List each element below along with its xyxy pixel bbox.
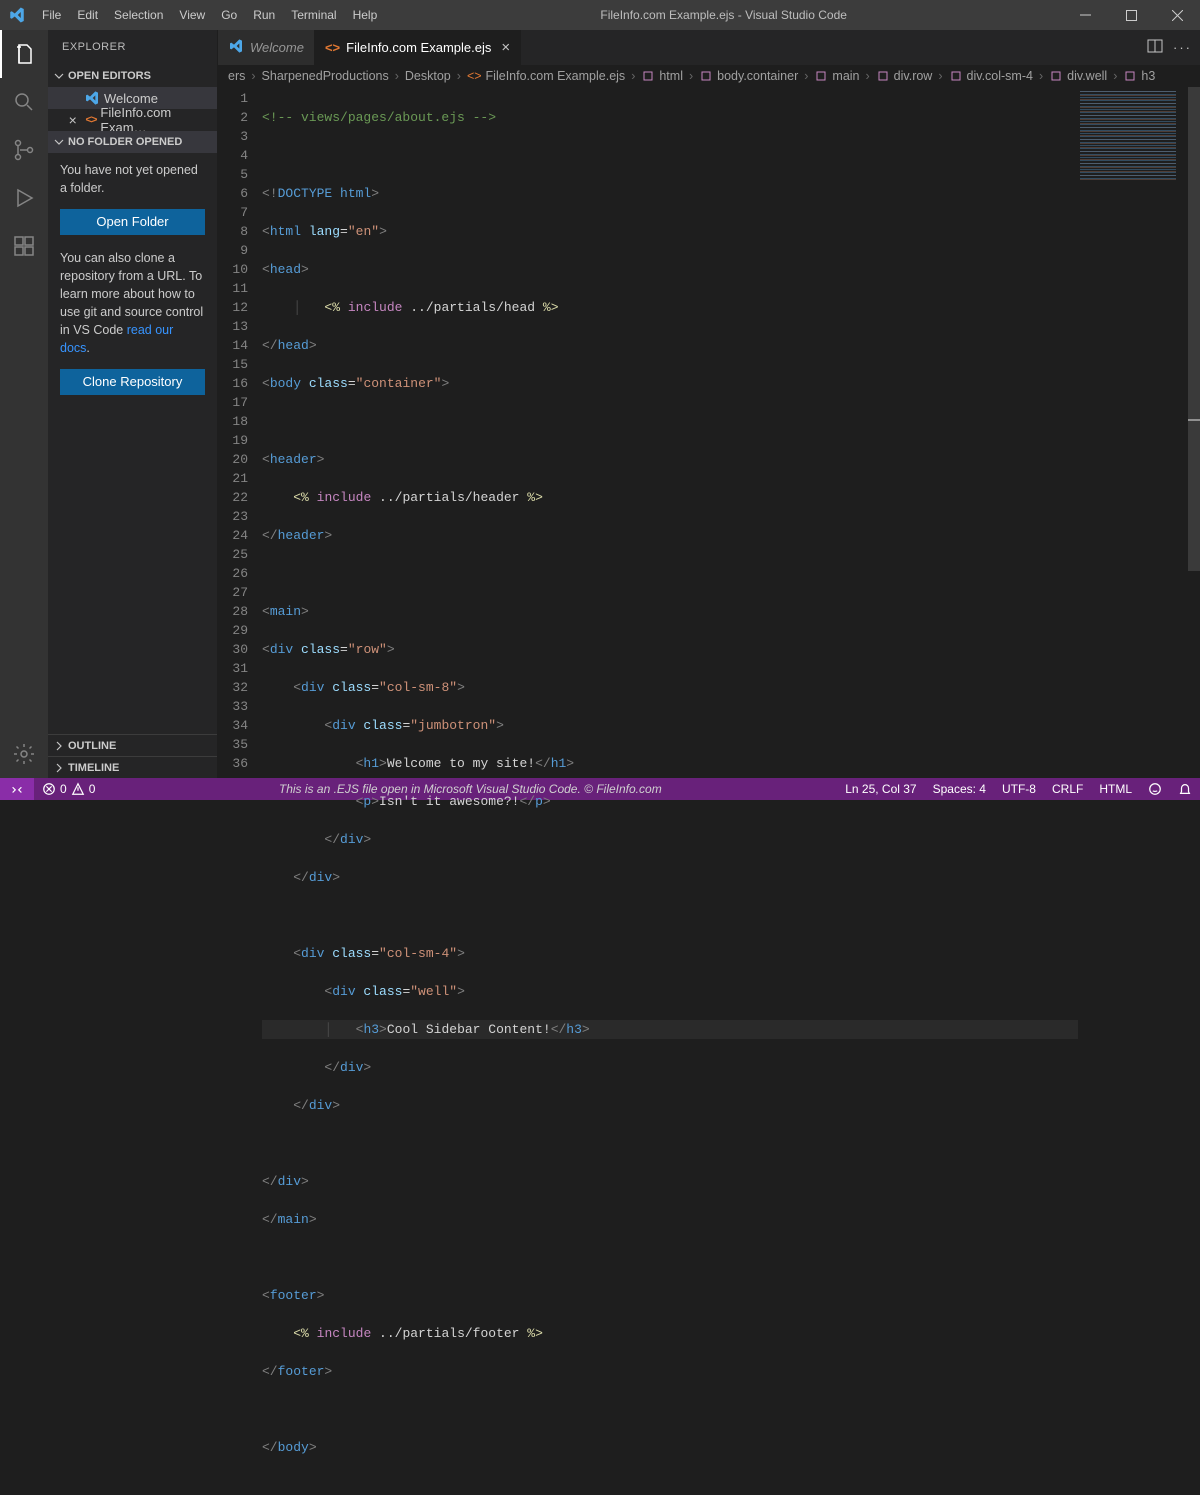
symbol-icon bbox=[1123, 69, 1137, 83]
section-no-folder-label: NO FOLDER OPENED bbox=[68, 136, 182, 148]
activity-run-debug-icon[interactable] bbox=[0, 174, 48, 222]
chevron-down-icon bbox=[52, 69, 66, 83]
activity-source-control-icon[interactable] bbox=[0, 126, 48, 174]
section-timeline[interactable]: TIMELINE bbox=[48, 756, 217, 778]
tab-ejs-label: FileInfo.com Example.ejs bbox=[346, 40, 491, 55]
symbol-icon bbox=[949, 69, 963, 83]
sidebar-text-2b: . bbox=[86, 341, 89, 355]
chevron-right-icon bbox=[52, 739, 66, 753]
sidebar-title: EXPLORER bbox=[48, 30, 217, 65]
menu-terminal[interactable]: Terminal bbox=[283, 0, 344, 30]
menu-edit[interactable]: Edit bbox=[69, 0, 106, 30]
line-number-gutter: 1234567891011121314151617181920212223242… bbox=[218, 87, 262, 778]
breadcrumb-item[interactable]: main bbox=[832, 69, 859, 83]
status-remote-icon[interactable] bbox=[0, 778, 34, 800]
open-editor-welcome-label: Welcome bbox=[104, 91, 158, 106]
section-no-folder[interactable]: NO FOLDER OPENED bbox=[48, 131, 217, 153]
ejs-file-icon: <> bbox=[467, 69, 482, 83]
code-token: <!-- views/pages/about.ejs --> bbox=[262, 110, 496, 125]
vscode-file-icon bbox=[228, 38, 244, 57]
activity-settings-gear-icon[interactable] bbox=[0, 730, 48, 778]
menu-view[interactable]: View bbox=[171, 0, 213, 30]
text-editor[interactable]: 1234567891011121314151617181920212223242… bbox=[218, 87, 1200, 778]
vscode-logo-icon bbox=[0, 6, 34, 24]
activity-search-icon[interactable] bbox=[0, 78, 48, 126]
open-folder-button[interactable]: Open Folder bbox=[60, 209, 205, 235]
symbol-icon bbox=[699, 69, 713, 83]
code-area[interactable]: <!-- views/pages/about.ejs --> <!DOCTYPE… bbox=[262, 87, 1078, 778]
window-close-button[interactable] bbox=[1154, 0, 1200, 30]
chevron-down-icon bbox=[52, 135, 66, 149]
menu-run[interactable]: Run bbox=[245, 0, 283, 30]
clone-repository-button[interactable]: Clone Repository bbox=[60, 369, 205, 395]
menu-bar: File Edit Selection View Go Run Terminal… bbox=[34, 0, 385, 30]
symbol-icon bbox=[814, 69, 828, 83]
breadcrumb-item[interactable]: FileInfo.com Example.ejs bbox=[486, 69, 626, 83]
ejs-file-icon: <> bbox=[325, 40, 340, 55]
menu-file[interactable]: File bbox=[34, 0, 69, 30]
window-controls bbox=[1062, 0, 1200, 30]
close-icon[interactable]: × bbox=[501, 39, 510, 56]
section-open-editors-label: OPEN EDITORS bbox=[68, 70, 151, 82]
minimap[interactable] bbox=[1078, 87, 1188, 778]
status-feedback-icon[interactable] bbox=[1140, 778, 1170, 800]
breadcrumb-item[interactable]: html bbox=[659, 69, 683, 83]
vscode-file-icon bbox=[84, 90, 100, 106]
status-notifications-icon[interactable] bbox=[1170, 778, 1200, 800]
sidebar-text-2: You can also clone a repository from a U… bbox=[60, 249, 205, 357]
symbol-icon bbox=[641, 69, 655, 83]
status-language[interactable]: HTML bbox=[1091, 778, 1140, 800]
section-outline-label: OUTLINE bbox=[68, 740, 116, 752]
activity-bar bbox=[0, 30, 48, 778]
section-outline[interactable]: OUTLINE bbox=[48, 734, 217, 756]
editor-group: Welcome <> FileInfo.com Example.ejs × ··… bbox=[218, 30, 1200, 778]
window-maximize-button[interactable] bbox=[1108, 0, 1154, 30]
tab-welcome[interactable]: Welcome bbox=[218, 30, 315, 65]
status-problems[interactable]: 0 0 bbox=[34, 778, 103, 800]
breadcrumb-item[interactable]: div.col-sm-4 bbox=[967, 69, 1033, 83]
breadcrumb-item[interactable]: h3 bbox=[1141, 69, 1155, 83]
tab-welcome-label: Welcome bbox=[250, 40, 304, 55]
vertical-scrollbar[interactable] bbox=[1188, 87, 1200, 778]
breadcrumb-item[interactable]: Desktop bbox=[405, 69, 451, 83]
breadcrumb-item[interactable]: ers bbox=[228, 69, 245, 83]
breadcrumb-item[interactable]: div.well bbox=[1067, 69, 1107, 83]
title-bar: File Edit Selection View Go Run Terminal… bbox=[0, 0, 1200, 30]
sidebar-explorer: EXPLORER OPEN EDITORS Welcome × <> FileI… bbox=[48, 30, 218, 778]
scrollbar-thumb[interactable] bbox=[1188, 87, 1200, 571]
section-timeline-label: TIMELINE bbox=[68, 762, 119, 774]
activity-explorer-icon[interactable] bbox=[0, 30, 48, 78]
section-open-editors[interactable]: OPEN EDITORS bbox=[48, 65, 217, 87]
menu-go[interactable]: Go bbox=[213, 0, 245, 30]
tab-ejs[interactable]: <> FileInfo.com Example.ejs × bbox=[315, 30, 521, 65]
symbol-icon bbox=[1049, 69, 1063, 83]
menu-help[interactable]: Help bbox=[345, 0, 386, 30]
status-errors-count: 0 bbox=[60, 782, 67, 796]
activity-extensions-icon[interactable] bbox=[0, 222, 48, 270]
open-editor-ejs[interactable]: × <> FileInfo.com Exam… bbox=[48, 109, 217, 131]
split-editor-icon[interactable] bbox=[1147, 38, 1163, 57]
breadcrumb-item[interactable]: body.container bbox=[717, 69, 798, 83]
more-actions-icon[interactable]: ··· bbox=[1173, 40, 1192, 55]
sidebar-text-1: You have not yet opened a folder. bbox=[60, 161, 205, 197]
ejs-file-icon: <> bbox=[86, 114, 97, 126]
breadcrumb[interactable]: ers› SharpenedProductions› Desktop› <> F… bbox=[218, 65, 1200, 87]
symbol-icon bbox=[876, 69, 890, 83]
window-minimize-button[interactable] bbox=[1062, 0, 1108, 30]
breadcrumb-item[interactable]: SharpenedProductions bbox=[262, 69, 389, 83]
menu-selection[interactable]: Selection bbox=[106, 0, 171, 30]
chevron-right-icon bbox=[52, 761, 66, 775]
breadcrumb-item[interactable]: div.row bbox=[894, 69, 933, 83]
editor-tab-bar: Welcome <> FileInfo.com Example.ejs × ··… bbox=[218, 30, 1200, 65]
close-icon[interactable]: × bbox=[66, 112, 80, 128]
window-title: FileInfo.com Example.ejs - Visual Studio… bbox=[385, 8, 1062, 22]
status-warnings-count: 0 bbox=[89, 782, 96, 796]
